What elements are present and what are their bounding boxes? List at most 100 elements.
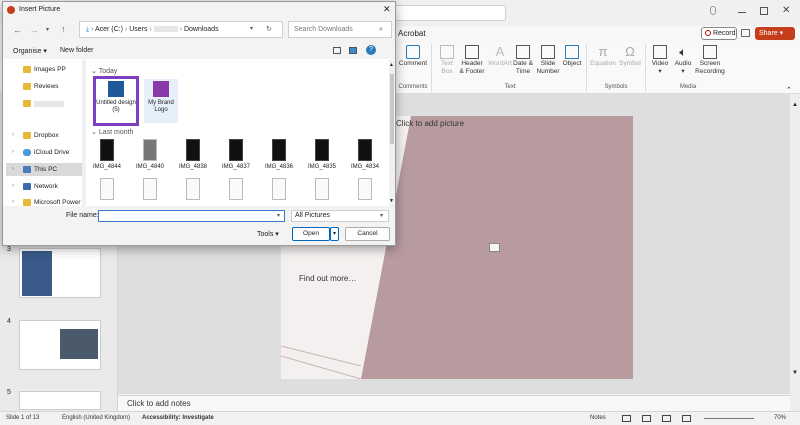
dialog-close-icon[interactable]: ✕ — [383, 4, 391, 15]
sidebar-item-this-pc[interactable]: › This PC — [6, 163, 82, 176]
scroll-down-icon[interactable]: ▼ — [792, 370, 798, 376]
up-arrow-icon[interactable]: ↑ — [61, 24, 66, 34]
file-item[interactable]: IMG_4837 — [216, 139, 256, 171]
equation-button[interactable]: π Equation — [590, 45, 616, 68]
address-bar[interactable]: ⤓ › Acer (C:) › Users › › Downloads ▾ ↻ — [79, 21, 283, 38]
notes-button[interactable]: Notes — [590, 415, 606, 421]
wordart-button[interactable]: A WordArt — [487, 45, 513, 68]
file-name-field[interactable]: ▾ — [98, 210, 285, 222]
recent-dropdown-icon[interactable]: ▾ — [46, 26, 49, 33]
insert-picture-icon[interactable] — [489, 243, 500, 252]
new-folder-button[interactable]: New folder — [60, 47, 93, 54]
file-item[interactable] — [130, 178, 170, 203]
mic-icon[interactable] — [710, 6, 716, 15]
sidebar-item-microsoft-power[interactable]: › Microsoft Power — [6, 196, 82, 206]
notes-pane[interactable]: Click to add notes — [118, 395, 790, 411]
scroll-thumb[interactable] — [390, 74, 394, 144]
help-icon[interactable]: ? — [366, 45, 376, 55]
group-header-today[interactable]: ⌄ Today — [91, 67, 117, 75]
slide-sorter-icon[interactable] — [642, 415, 651, 422]
file-item[interactable] — [173, 178, 213, 203]
cancel-button[interactable]: Cancel — [345, 227, 390, 241]
chevron-right-icon[interactable]: › — [12, 163, 14, 176]
zoom-level[interactable]: 70% — [774, 415, 786, 421]
tab-acrobat[interactable]: Acrobat — [398, 29, 426, 38]
object-button[interactable]: Object — [561, 45, 583, 68]
file-item[interactable]: IMG_4836 — [259, 139, 299, 171]
sidebar-item-reviews[interactable]: Reviews — [6, 80, 82, 93]
minimize-button[interactable] — [738, 12, 746, 13]
close-app-button[interactable]: ✕ — [782, 5, 790, 16]
text-box-button[interactable]: Text Box — [436, 45, 458, 75]
slide-thumbnail[interactable] — [19, 248, 101, 298]
comments-icon[interactable] — [741, 29, 750, 37]
file-item[interactable]: IMG_4834 — [345, 139, 385, 171]
zoom-slider[interactable] — [704, 418, 754, 419]
chevron-right-icon[interactable]: › — [12, 129, 14, 142]
navigation-scrollbar[interactable] — [82, 60, 86, 206]
search-input[interactable]: Search Downloads ⌕ — [288, 21, 392, 38]
sidebar-item-dropbox[interactable]: › Dropbox — [6, 129, 82, 142]
ribbon-collapse-icon[interactable]: ⌃ — [786, 86, 792, 94]
breadcrumb-item[interactable]: Users — [129, 26, 147, 33]
slide-thumbnail[interactable] — [19, 391, 101, 410]
file-item[interactable] — [302, 178, 342, 203]
file-name-label: File name: — [66, 212, 99, 219]
share-button[interactable]: Share ▾ — [755, 27, 795, 40]
breadcrumb-item[interactable]: Acer (C:) — [95, 26, 123, 33]
reading-view-icon[interactable] — [662, 415, 671, 422]
view-options-icon[interactable] — [333, 47, 341, 54]
record-button[interactable]: Record — [701, 27, 737, 40]
accessibility-status[interactable]: Accessibility: Investigate — [142, 415, 214, 421]
file-item[interactable] — [259, 178, 299, 203]
file-item[interactable]: IMG_4840 — [130, 139, 170, 171]
organise-button[interactable]: Organise ▾ — [13, 47, 47, 55]
scroll-up-icon[interactable]: ▲ — [792, 102, 798, 108]
refresh-icon[interactable]: ↻ — [266, 22, 272, 37]
open-dropdown-button[interactable]: ▾ — [330, 227, 339, 241]
scroll-up-icon[interactable]: ▲ — [389, 62, 394, 68]
sidebar-item-images-pp[interactable]: Images PP — [6, 63, 82, 76]
sidebar-item-icloud[interactable]: › iCloud Drive — [6, 146, 82, 159]
header-footer-button[interactable]: Header & Footer — [459, 45, 485, 75]
file-item[interactable] — [216, 178, 256, 203]
preview-pane-icon[interactable] — [349, 47, 357, 54]
breadcrumb-item[interactable]: Downloads — [184, 26, 219, 33]
symbol-button[interactable]: Ω Symbol — [618, 45, 642, 68]
open-button[interactable]: Open — [292, 227, 330, 241]
video-button[interactable]: Video ▾ — [649, 45, 671, 75]
slideshow-icon[interactable] — [682, 415, 691, 422]
file-item[interactable]: IMG_4844 — [87, 139, 127, 171]
tools-button[interactable]: Tools ▾ — [257, 230, 279, 238]
file-item[interactable]: IMG_4835 — [302, 139, 342, 171]
file-type-select[interactable]: All Pictures ▾ — [291, 210, 389, 222]
audio-button[interactable]: 🔈︎ Audio ▾ — [672, 45, 694, 75]
maximize-button[interactable] — [760, 7, 768, 15]
chevron-right-icon[interactable]: › — [12, 146, 14, 159]
scroll-down-icon[interactable]: ▼ — [389, 198, 394, 204]
sidebar-item-redacted[interactable] — [6, 97, 82, 110]
slide-thumbnail[interactable] — [19, 320, 101, 370]
chevron-right-icon[interactable]: › — [12, 180, 14, 193]
forward-arrow-icon[interactable]: → — [30, 25, 39, 35]
chevron-right-icon[interactable]: › — [12, 196, 14, 206]
file-item[interactable]: IMG_4838 — [173, 139, 213, 171]
file-item[interactable] — [87, 178, 127, 203]
file-item[interactable]: My Brand Logo — [144, 79, 178, 123]
picture-placeholder-text[interactable]: Click to add picture — [396, 119, 464, 128]
vertical-scrollbar[interactable] — [790, 94, 800, 411]
screen-recording-button[interactable]: Screen Recording — [694, 45, 726, 75]
file-item[interactable] — [345, 178, 385, 203]
language-status[interactable]: English (United Kingdom) — [62, 415, 130, 421]
address-dropdown-icon[interactable]: ▾ — [250, 22, 253, 37]
sidebar-item-network[interactable]: › Network — [6, 180, 82, 193]
slide-number-button[interactable]: Slide Number — [536, 45, 560, 75]
date-time-button[interactable]: Date & Time — [512, 45, 534, 75]
group-header-last-month[interactable]: ⌄ Last month — [91, 128, 133, 136]
comment-button[interactable]: Comment — [398, 45, 428, 68]
file-item[interactable]: Untitled design (5) — [93, 76, 139, 126]
chevron-down-icon[interactable]: ▾ — [277, 211, 280, 221]
normal-view-icon[interactable] — [622, 415, 631, 422]
file-list-scrollbar[interactable]: ▲ ▼ — [389, 60, 395, 206]
back-arrow-icon[interactable]: ← — [13, 25, 22, 35]
